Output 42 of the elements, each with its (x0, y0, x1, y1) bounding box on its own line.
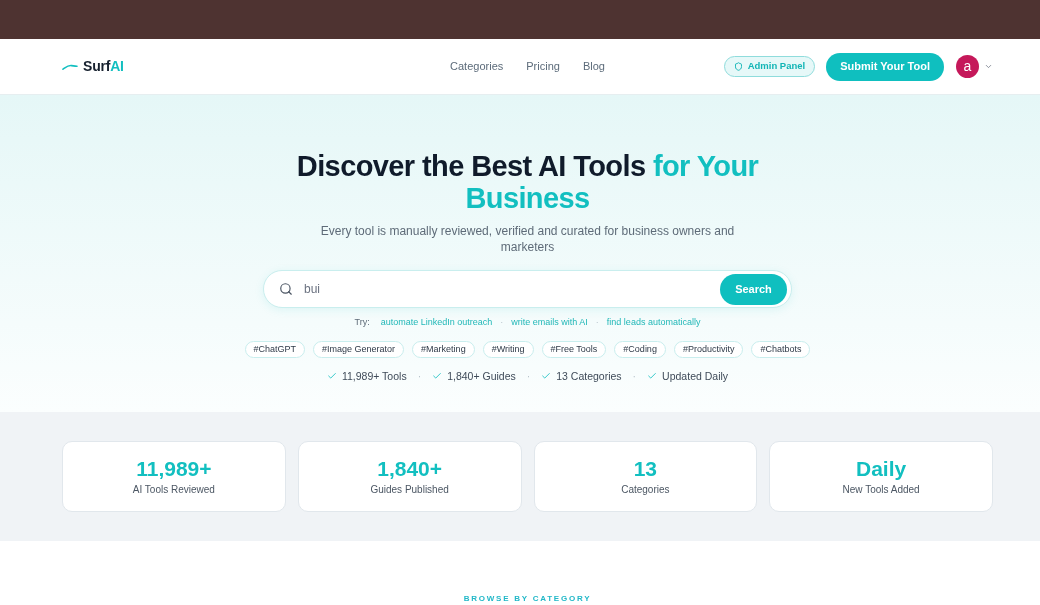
separator-dot: · (500, 316, 504, 328)
logo-wordmark[interactable]: SurfAI (83, 56, 124, 77)
highlight-text: 1,840+ Guides (447, 369, 516, 383)
search-icon (279, 282, 293, 296)
nav-link[interactable]: Pricing (526, 58, 560, 75)
check-icon (326, 371, 337, 381)
check-icon (647, 371, 658, 381)
tag-chip[interactable]: #Marketing (412, 341, 475, 358)
highlight-text: 11,989+ Tools (341, 369, 407, 383)
check-icon (432, 371, 443, 381)
separator-dot: · (595, 316, 599, 328)
shield-icon (733, 62, 743, 71)
tag-chip[interactable]: #ChatGPT (244, 341, 306, 358)
wave-logo-icon (62, 63, 78, 70)
tag-chip[interactable]: #Coding (614, 341, 666, 358)
stat-value: 1,840+ (377, 457, 443, 481)
highlight-text: 13 Categories (556, 369, 622, 383)
tag-chip[interactable]: #Productivity (673, 341, 744, 358)
tag-chip[interactable]: #Free Tools (541, 341, 607, 358)
highlight-text: Updated Daily (662, 369, 729, 383)
try-label: Try: (354, 316, 370, 328)
tag-chip[interactable]: #Image Generator (313, 341, 405, 358)
stat-label: Guides Published (370, 483, 449, 496)
nav-link[interactable]: Blog (582, 58, 605, 75)
tag-chip[interactable]: #Chatbots (751, 341, 811, 358)
chevron-down-icon[interactable] (984, 62, 993, 71)
separator-dot: · (417, 369, 422, 383)
avatar[interactable]: a (956, 55, 979, 78)
stat-label: New Tools Added (842, 483, 920, 496)
separator-dot: · (632, 369, 637, 383)
stat-label: AI Tools Reviewed (132, 483, 215, 496)
separator-dot: · (526, 369, 531, 383)
stat-label: Categories (621, 483, 670, 496)
tag-chip[interactable]: #Writing (482, 341, 534, 358)
check-icon (541, 371, 552, 381)
section-eyebrow: BROWSE BY CATEGORY (463, 594, 592, 604)
stat-value: Daily (856, 457, 907, 481)
stat-value: 11,989+ (136, 457, 212, 481)
stat-value: 13 (633, 457, 658, 481)
hero-subtitle: Every tool is manually reviewed, verified and curated for business owners and marketers (319, 223, 736, 255)
hero-headline: Discover the Best AI Tools for Your Business (295, 150, 760, 214)
nav-link[interactable]: Categories (450, 58, 504, 75)
